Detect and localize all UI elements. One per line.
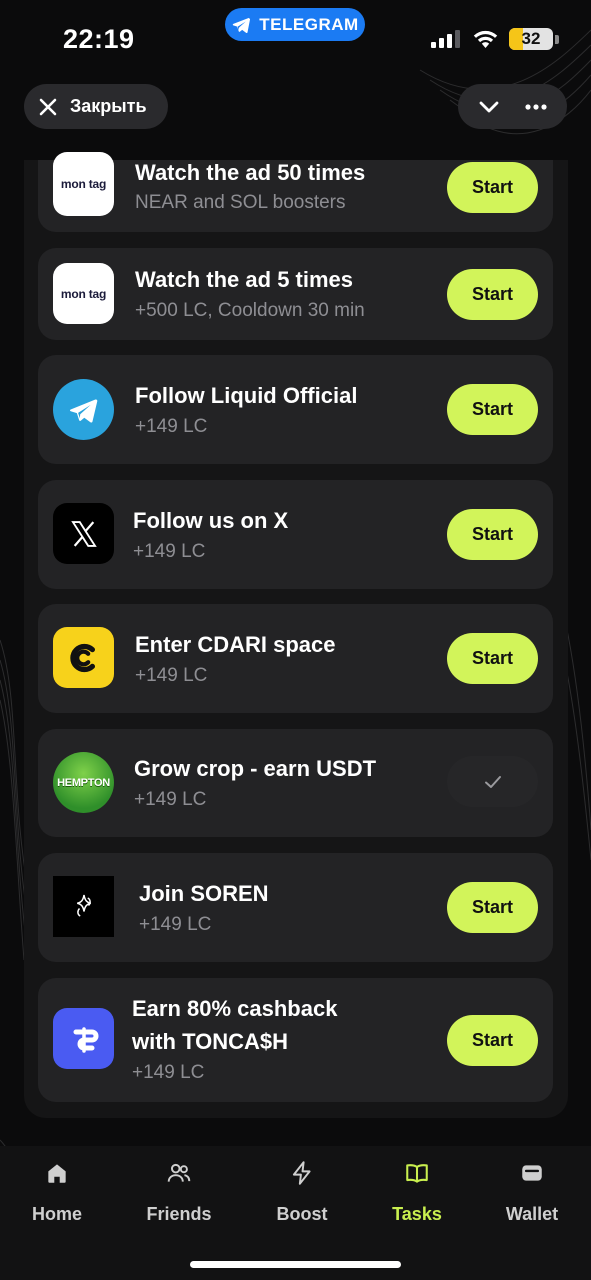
nav-item-wallet[interactable]: Wallet bbox=[482, 1160, 582, 1225]
task-title: Follow us on X bbox=[133, 508, 289, 533]
soren-logo-icon bbox=[53, 876, 114, 937]
nav-label: Friends bbox=[146, 1204, 212, 1224]
task-subtitle: +149 LC bbox=[132, 1062, 205, 1083]
wifi-icon bbox=[473, 30, 498, 48]
hempton-logo-text: HEMPTON bbox=[57, 776, 110, 789]
close-button[interactable]: Закрыть bbox=[24, 84, 168, 129]
paper-plane-icon bbox=[69, 398, 97, 423]
start-button[interactable]: Start bbox=[447, 269, 538, 320]
task-subtitle: +149 LC bbox=[139, 914, 212, 935]
task-subtitle: +149 LC bbox=[135, 416, 208, 437]
task-title: Follow Liquid Official bbox=[135, 383, 358, 408]
task-title: Join SOREN bbox=[139, 881, 269, 906]
task-title: Grow crop - earn USDT bbox=[134, 756, 377, 781]
wallet-icon bbox=[522, 1165, 542, 1181]
close-icon bbox=[39, 98, 57, 115]
toncash-glyph bbox=[73, 1026, 98, 1053]
start-button[interactable]: Start bbox=[447, 633, 538, 684]
monetag-logo-text: mon tag bbox=[60, 286, 107, 301]
start-button[interactable]: Start bbox=[447, 162, 538, 213]
task-completed-indicator bbox=[447, 756, 538, 807]
bottom-nav: Home Friends Boost Tasks Wallet bbox=[0, 1146, 591, 1280]
task-subtitle: +149 LC bbox=[135, 665, 208, 686]
status-time: 22:19 bbox=[63, 24, 135, 54]
task-subtitle: +500 LC, Cooldown 30 min bbox=[135, 300, 365, 321]
soren-glyph bbox=[76, 894, 91, 917]
hempton-logo: HEMPTON bbox=[53, 752, 114, 813]
more-options-icon[interactable] bbox=[523, 94, 549, 120]
cdari-logo-icon bbox=[53, 627, 114, 688]
friends-icon bbox=[167, 1163, 191, 1182]
checkmark-icon bbox=[484, 775, 501, 788]
task-card: Join SOREN +149 LC Start bbox=[38, 853, 553, 962]
task-title-line2: with TONCA$H bbox=[132, 1029, 289, 1054]
battery-nub bbox=[555, 35, 559, 44]
toncash-logo-icon bbox=[53, 1008, 114, 1069]
telegram-icon bbox=[233, 17, 251, 33]
nav-label: Tasks bbox=[392, 1204, 442, 1224]
telegram-icon bbox=[53, 379, 114, 440]
nav-item-tasks[interactable]: Tasks bbox=[367, 1160, 467, 1225]
home-icon bbox=[48, 1164, 66, 1183]
telegram-label: TELEGRAM bbox=[259, 14, 359, 34]
x-glyph bbox=[70, 520, 97, 547]
task-title: Watch the ad 50 times bbox=[135, 160, 366, 185]
cdari-glyph bbox=[69, 643, 95, 672]
close-label: Закрыть bbox=[70, 96, 147, 116]
task-subtitle: +149 LC bbox=[133, 541, 206, 562]
task-card: mon tag Watch the ad 50 times NEAR and S… bbox=[38, 152, 553, 232]
nav-item-boost[interactable]: Boost bbox=[252, 1160, 352, 1225]
task-card: Earn 80% cashback with TONCA$H +149 LC S… bbox=[38, 978, 553, 1102]
battery-percent: 32 bbox=[521, 29, 541, 48]
task-title: Enter CDARI space bbox=[135, 632, 336, 657]
task-title: Earn 80% cashback bbox=[132, 996, 338, 1021]
chevron-down-icon[interactable] bbox=[476, 94, 502, 120]
status-bar: 22:19 TELEGRAM 32 bbox=[0, 0, 591, 78]
nav-label: Home bbox=[31, 1204, 82, 1224]
monetag-logo: mon tag bbox=[53, 152, 114, 216]
start-button[interactable]: Start bbox=[447, 509, 538, 560]
lightning-icon bbox=[292, 1161, 311, 1185]
home-indicator bbox=[190, 1261, 401, 1268]
nav-item-home[interactable]: Home bbox=[7, 1160, 107, 1225]
book-icon bbox=[406, 1164, 428, 1183]
task-card: mon tag Watch the ad 5 times +500 LC, Co… bbox=[38, 248, 553, 340]
task-subtitle: NEAR and SOL boosters bbox=[135, 192, 346, 213]
task-card: Follow us on X +149 LC Start bbox=[38, 480, 553, 589]
telegram-pill[interactable]: TELEGRAM bbox=[225, 8, 365, 41]
monetag-logo: mon tag bbox=[53, 263, 114, 324]
start-button[interactable]: Start bbox=[447, 882, 538, 933]
header-menu-pill bbox=[458, 84, 567, 129]
nav-label: Boost bbox=[276, 1204, 328, 1224]
battery-indicator: 32 bbox=[509, 28, 553, 50]
task-card: HEMPTON Grow crop - earn USDT +149 LC bbox=[38, 729, 553, 837]
task-title: Watch the ad 5 times bbox=[135, 267, 354, 292]
nav-label: Wallet bbox=[505, 1204, 559, 1224]
x-logo-icon bbox=[53, 503, 114, 564]
start-button[interactable]: Start bbox=[447, 1015, 538, 1066]
nav-item-friends[interactable]: Friends bbox=[129, 1160, 229, 1225]
monetag-logo-text: mon tag bbox=[60, 177, 107, 191]
cellular-signal-icon bbox=[431, 30, 460, 48]
task-card: Follow Liquid Official +149 LC Start bbox=[38, 355, 553, 464]
start-button[interactable]: Start bbox=[447, 384, 538, 435]
task-subtitle: +149 LC bbox=[134, 789, 207, 810]
task-card: Enter CDARI space +149 LC Start bbox=[38, 604, 553, 713]
